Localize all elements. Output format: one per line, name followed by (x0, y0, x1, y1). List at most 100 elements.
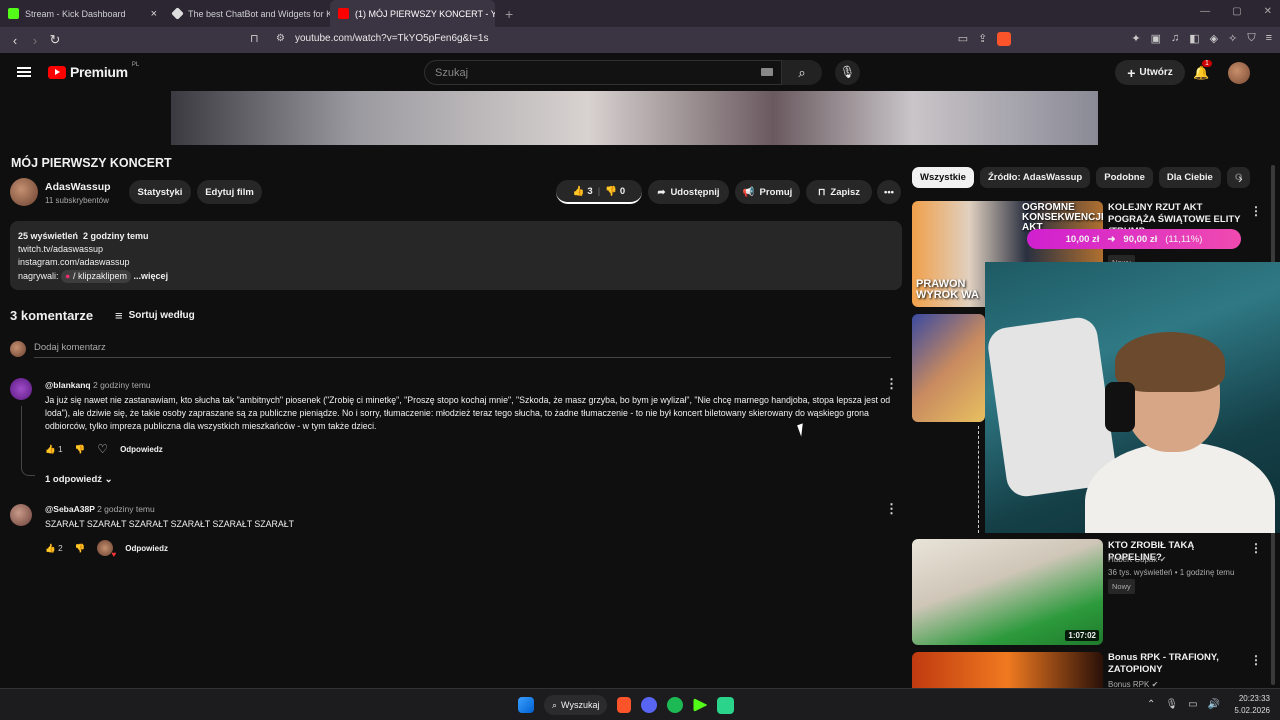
vpn-icon[interactable]: ◈ (1210, 32, 1218, 46)
chevron-right-icon[interactable]: › (1238, 170, 1243, 186)
hamburger-menu-icon[interactable] (17, 67, 31, 77)
minimize-icon[interactable]: — (1200, 6, 1210, 17)
thumbs-down-icon: 👎 (605, 185, 618, 197)
replies-toggle[interactable]: 1 odpowiedź ⌄ (45, 474, 113, 485)
comment-author[interactable]: @blankanq 2 godziny temu (45, 380, 151, 390)
discord-icon[interactable] (641, 697, 658, 713)
brave-icon[interactable] (617, 697, 632, 713)
new-tab-icon[interactable]: + (505, 6, 513, 22)
comment-menu-icon[interactable]: ⋮ (885, 501, 898, 517)
chip-all[interactable]: Wszystkie (912, 167, 974, 188)
promote-button[interactable]: 📢 Promuj (735, 180, 800, 204)
cast-icon[interactable]: ▭ (958, 32, 968, 46)
video-menu-icon[interactable]: ⋮ (1250, 541, 1262, 555)
megaphone-icon: 📢 (742, 186, 755, 198)
comment-menu-icon[interactable]: ⋮ (885, 376, 898, 392)
chip-for-you[interactable]: Dla Ciebie (1158, 167, 1221, 188)
url-field[interactable]: youtube.com/watch?v=TkYO5pFen6g&t=1s (295, 33, 488, 44)
reload-icon[interactable]: ↻ (45, 32, 65, 48)
forward-icon[interactable]: › (25, 33, 45, 48)
chip-source[interactable]: Źródło: AdasWassup (979, 167, 1091, 188)
description-box[interactable]: 25 wyświetleń 2 godziny temu twitch.tv/a… (10, 221, 902, 290)
maximize-icon[interactable]: ▢ (1232, 6, 1241, 17)
like-button[interactable]: 👍 1 (45, 444, 63, 455)
save-button[interactable]: ⊓ Zapisz (806, 180, 872, 204)
wallet-icon[interactable]: ▣ (1151, 32, 1161, 46)
brave-shield-icon[interactable] (997, 32, 1012, 46)
tab-youtube[interactable]: (1) MÓJ PIERWSZY KONCERT - Y× (330, 0, 495, 27)
mic-icon[interactable]: 🎙 (835, 60, 860, 85)
channel-name[interactable]: AdasWassup (45, 181, 111, 193)
heart-icon[interactable]: ♡ (97, 442, 108, 456)
description-link-twitch[interactable]: twitch.tv/adaswassup (18, 243, 894, 256)
video-thumbnail[interactable] (912, 652, 1103, 688)
like-button[interactable]: 👍 3 (573, 186, 593, 197)
video-menu-icon[interactable]: ⋮ (1250, 204, 1262, 218)
dislike-button[interactable]: 👎 0 (605, 186, 625, 197)
recommendation-chips: Wszystkie Źródło: AdasWassup Podobne Dla… (912, 167, 1251, 188)
share-icon[interactable]: ⇪ (978, 32, 987, 46)
instagram-tag[interactable]: ● / klipzaklipem (61, 269, 132, 283)
kick-icon[interactable] (693, 698, 708, 712)
thumbs-down-icon[interactable]: 👎 (75, 543, 86, 554)
video-thumbnail[interactable]: 1:07:02 (912, 539, 1103, 645)
spotify-icon[interactable] (667, 697, 684, 713)
create-button[interactable]: + Utwórz (1115, 60, 1185, 85)
site-info-icon[interactable]: ⚙ (276, 33, 285, 44)
streaming-app-icon[interactable] (717, 696, 735, 714)
extensions-icon[interactable]: ✦ (1131, 32, 1140, 46)
thumbs-down-icon[interactable]: 👎 (75, 444, 86, 455)
reply-button[interactable]: Odpowiedz (120, 445, 163, 454)
chevron-up-icon[interactable]: ⌃ (1147, 699, 1155, 710)
channel-name[interactable]: Bonus RPK ✔ (1108, 678, 1158, 688)
more-actions-button[interactable]: ••• (877, 180, 901, 204)
bookmark-icon[interactable]: ⊓ (250, 32, 259, 45)
comment-avatar[interactable] (10, 504, 32, 526)
tab-chatbot[interactable]: The best ChatBot and Widgets for Ki× (165, 0, 330, 27)
avatar (10, 341, 26, 357)
avatar[interactable] (1228, 62, 1250, 84)
comment-author[interactable]: @SebaA38P 2 godziny temu (45, 504, 155, 514)
tab-kick[interactable]: Stream - Kick Dashboard × (0, 0, 165, 27)
back-icon[interactable]: ‹ (5, 33, 25, 48)
sort-button[interactable]: ≡ Sortuj według (115, 308, 195, 323)
video-player[interactable] (171, 91, 1098, 145)
search-button[interactable]: ⌕ (782, 60, 822, 85)
video-menu-icon[interactable]: ⋮ (1250, 653, 1262, 667)
clock[interactable]: 20:23:33 5.02.2026 (1234, 693, 1270, 717)
network-icon[interactable]: ▭ (1188, 699, 1197, 710)
edit-video-button[interactable]: Edytuj film (197, 180, 262, 204)
volume-icon[interactable]: 🔊 (1208, 699, 1220, 710)
music-icon[interactable]: ♫ (1171, 32, 1179, 46)
close-icon[interactable]: × (151, 8, 157, 20)
like-button[interactable]: 👍 2 (45, 543, 63, 554)
keyboard-icon[interactable] (761, 68, 773, 76)
window-close-icon[interactable]: ✕ (1264, 6, 1272, 17)
show-more-link[interactable]: ...więcej (134, 271, 169, 281)
channel-name[interactable]: Hubert Cupak ✔ (1108, 553, 1234, 566)
verified-icon: ✔ (1159, 555, 1167, 564)
thumbs-up-icon: 👍 (572, 185, 585, 197)
description-link-instagram[interactable]: instagram.com/adaswassup (18, 256, 894, 269)
chip-similar[interactable]: Podobne (1096, 167, 1153, 188)
windows-start-icon[interactable] (518, 697, 534, 713)
bell-icon[interactable]: 🔔 1 (1193, 60, 1212, 81)
menu-icon[interactable]: ≡ (1266, 32, 1272, 46)
sidebar-icon[interactable]: ◧ (1189, 32, 1199, 46)
share-button[interactable]: ➦ Udostępnij (648, 180, 729, 204)
ai-icon[interactable]: ✧ (1228, 32, 1237, 46)
shield-icon[interactable]: ⛉ (1247, 32, 1255, 46)
add-comment-input[interactable]: Dodaj komentarz (34, 342, 891, 358)
microphone-icon[interactable]: 🎙 (1165, 699, 1178, 710)
reply-button[interactable]: Odpowiedz (125, 544, 168, 553)
video-title[interactable]: Bonus RPK - TRAFIONY, ZATOPIONY (1108, 652, 1248, 676)
video-duration: 1:07:02 (1065, 630, 1099, 641)
youtube-logo[interactable]: Premium PL (48, 62, 139, 80)
channel-avatar[interactable] (10, 178, 38, 206)
creator-heart-icon[interactable]: ♥ (97, 540, 116, 559)
video-thumbnail[interactable] (912, 314, 985, 422)
taskbar-search[interactable]: ⌕ Wyszukaj (544, 695, 608, 715)
stats-button[interactable]: Statystyki (129, 180, 191, 204)
comment-avatar[interactable] (10, 378, 32, 400)
search-input[interactable]: Szukaj (424, 60, 782, 85)
